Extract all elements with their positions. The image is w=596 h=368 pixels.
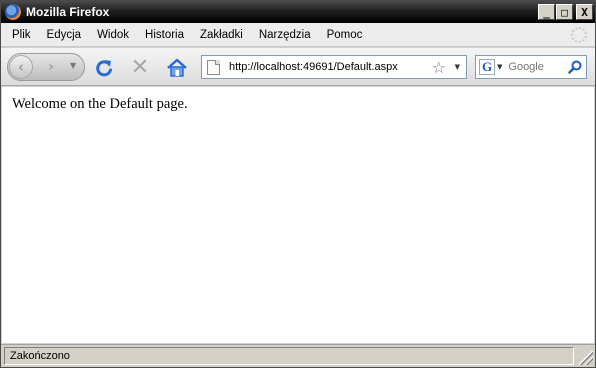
url-input[interactable] [229, 61, 419, 73]
menu-item-pomoc[interactable]: Pomoc [320, 29, 370, 41]
menu-item-narzedzia[interactable]: Narzędzia [252, 29, 318, 41]
maximize-button[interactable]: □ [556, 4, 573, 20]
url-dropdown-icon[interactable]: ▼ [455, 63, 460, 71]
search-engine-icon[interactable]: G [479, 59, 495, 75]
navigation-toolbar: ‹ › ▼ ✕ http://localhost:49691/Default.a… [1, 48, 595, 86]
history-dropdown-button[interactable]: ▼ [70, 61, 76, 70]
stop-icon: ✕ [130, 55, 150, 80]
welcome-text: Welcome on the Default page. [12, 96, 188, 112]
bookmark-star-icon[interactable]: ☆ [432, 58, 446, 77]
page-icon [207, 59, 220, 75]
reload-button[interactable] [93, 57, 115, 79]
window-controls: _ □ X [538, 4, 593, 20]
back-arrow-icon: ‹ [17, 58, 25, 76]
menu-item-zakladki[interactable]: Zakładki [193, 29, 250, 41]
menu-bar: Plik Edycja Widok Historia Zakładki Narz… [1, 23, 595, 47]
menu-item-widok[interactable]: Widok [90, 29, 136, 41]
window-title: Mozilla Firefox [26, 5, 110, 19]
search-icon[interactable] [567, 59, 583, 75]
engine-dropdown-icon[interactable]: ▼ [497, 63, 502, 71]
reload-icon [96, 60, 112, 77]
menu-item-historia[interactable]: Historia [138, 29, 191, 41]
status-bar: Zakończono [1, 344, 595, 367]
minimize-button[interactable]: _ [538, 4, 555, 20]
back-forward-group: ‹ › ▼ [7, 53, 85, 81]
home-icon [167, 58, 187, 77]
address-bar: ☆ ▼ [201, 55, 467, 79]
browser-window: Mozilla Firefox _ □ X Plik Edycja Widok … [0, 0, 596, 368]
forward-button[interactable]: › [40, 57, 62, 77]
back-button[interactable]: ‹ [9, 55, 33, 79]
chevron-down-icon: ▼ [70, 61, 77, 70]
status-text: Zakończono [4, 347, 574, 365]
page-content: Welcome on the Default page. [2, 87, 594, 343]
forward-arrow-icon: › [48, 59, 54, 75]
close-button[interactable]: X [576, 4, 593, 20]
search-input[interactable] [508, 61, 571, 73]
stop-button[interactable]: ✕ [129, 57, 151, 79]
firefox-logo-icon [5, 4, 21, 20]
menu-item-plik[interactable]: Plik [5, 29, 38, 41]
title-bar[interactable]: Mozilla Firefox _ □ X [1, 1, 595, 23]
search-bar: G ▼ [475, 55, 587, 79]
resize-grip[interactable] [579, 351, 593, 365]
throbber-icon [571, 27, 587, 43]
menu-item-edycja[interactable]: Edycja [40, 29, 89, 41]
home-button[interactable] [165, 57, 189, 79]
